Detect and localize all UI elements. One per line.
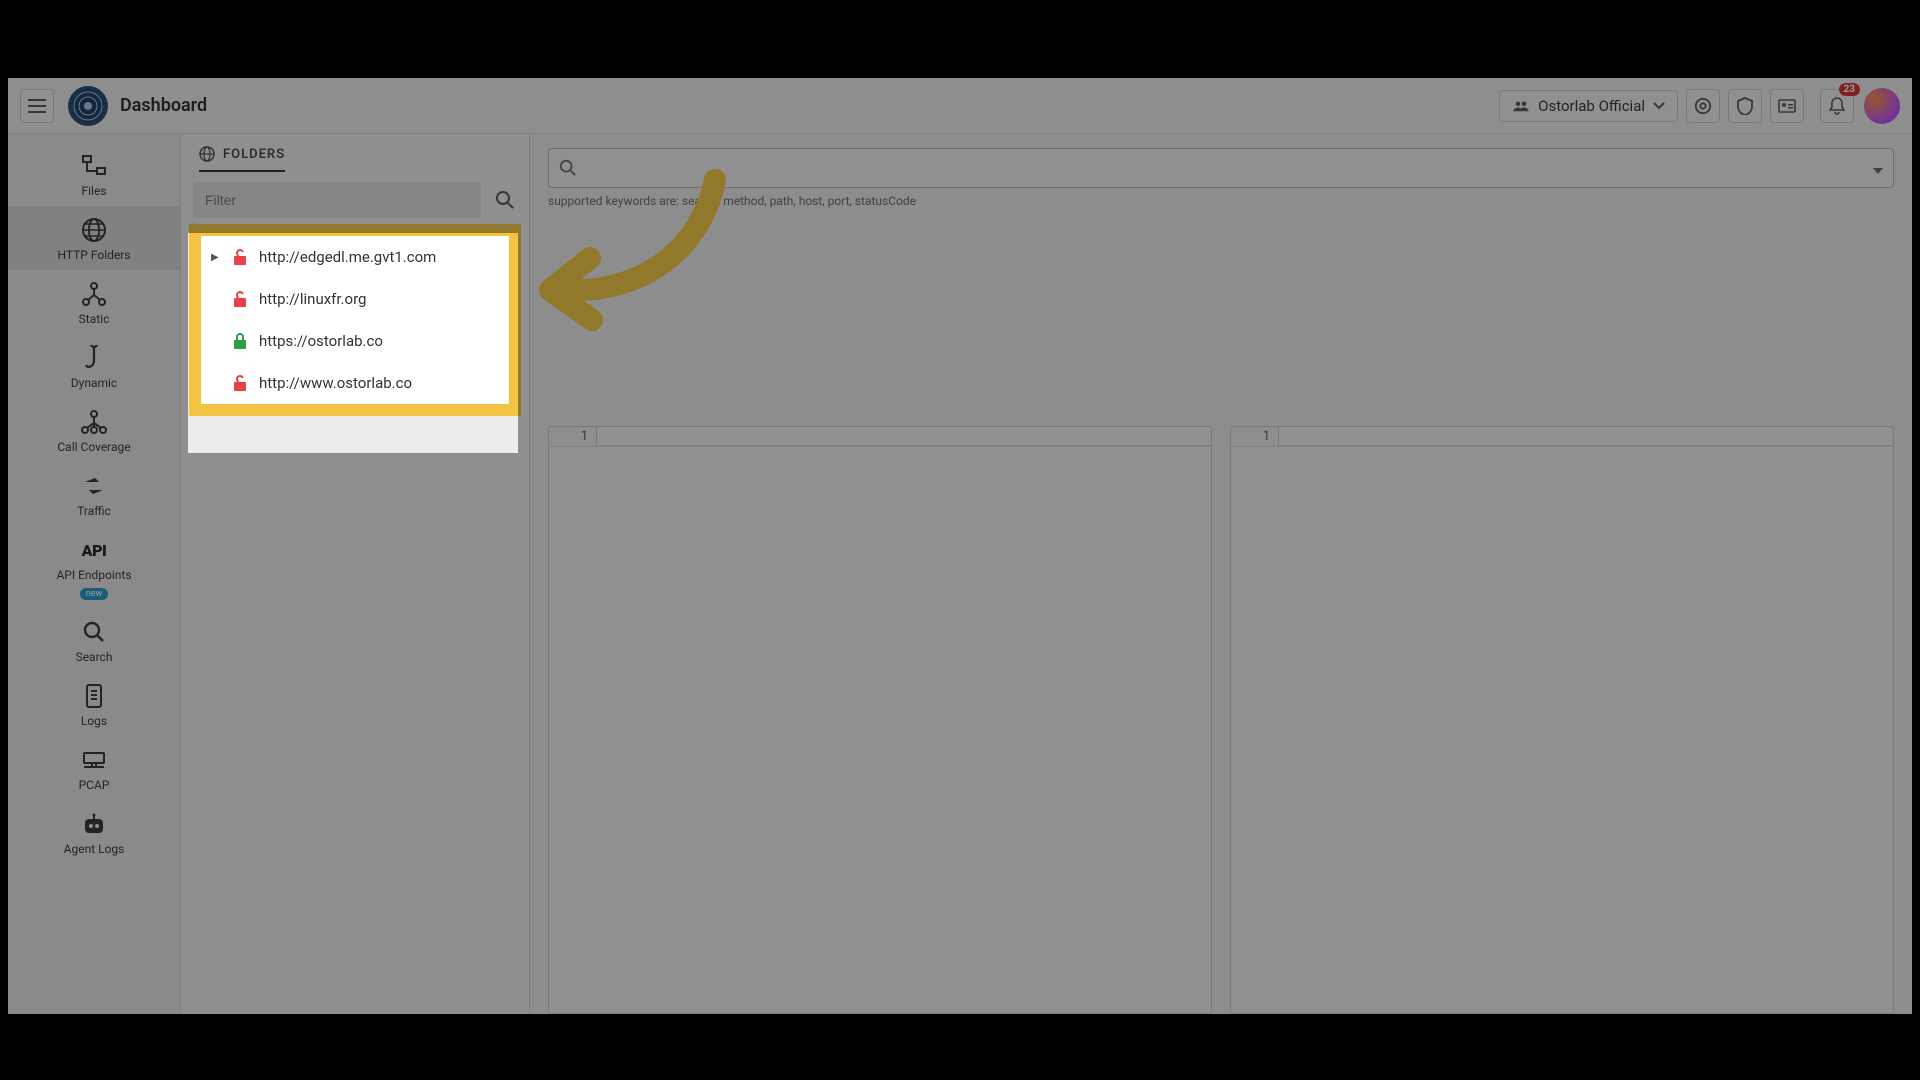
globe-icon bbox=[80, 216, 108, 244]
folders-tab[interactable]: FOLDERS bbox=[199, 146, 285, 172]
new-badge: new bbox=[80, 588, 109, 600]
nav-item-logs[interactable]: Logs bbox=[8, 672, 180, 736]
bell-icon bbox=[1829, 97, 1845, 115]
nav-item-pcap[interactable]: PCAP bbox=[8, 736, 180, 800]
hook-icon bbox=[80, 344, 108, 372]
app-header: Dashboard Ostorlab Official 23 bbox=[8, 78, 1912, 134]
nav-item-traffic[interactable]: Traffic bbox=[8, 462, 180, 526]
hamburger-menu-button[interactable] bbox=[20, 89, 54, 123]
main-search-input[interactable] bbox=[548, 148, 1894, 188]
coverage-tree-icon bbox=[80, 408, 108, 436]
nav-item-files[interactable]: Files bbox=[8, 142, 180, 206]
card-button[interactable] bbox=[1770, 89, 1804, 123]
hamburger-icon bbox=[28, 99, 46, 113]
scan-button[interactable] bbox=[1686, 89, 1720, 123]
organization-dropdown[interactable]: Ostorlab Official bbox=[1499, 90, 1678, 122]
lock-closed-icon bbox=[231, 332, 249, 350]
code-pane-right: 1 bbox=[1230, 426, 1894, 1014]
folder-item[interactable]: ▶ http://edgedl.me.gvt1.com bbox=[201, 236, 509, 278]
lock-open-icon bbox=[231, 374, 249, 392]
app-logo bbox=[68, 86, 108, 126]
nav-item-http-folders[interactable]: HTTP Folders bbox=[8, 206, 180, 270]
code-pane-body[interactable] bbox=[549, 446, 1211, 1013]
target-icon bbox=[1694, 97, 1712, 115]
globe-small-icon bbox=[199, 146, 215, 162]
folder-item[interactable]: ▶ https://ostorlab.co bbox=[201, 320, 509, 362]
shield-icon bbox=[1737, 97, 1753, 115]
code-pane-left: 1 bbox=[548, 426, 1212, 1014]
page-title: Dashboard bbox=[120, 95, 207, 116]
folder-list-highlighted: ▶ http://edgedl.me.gvt1.com ▶ http://lin… bbox=[189, 224, 521, 416]
code-pane-body[interactable] bbox=[1231, 446, 1893, 1013]
api-text-icon: API bbox=[80, 536, 108, 564]
nav-item-static[interactable]: Static bbox=[8, 270, 180, 334]
code-line[interactable] bbox=[597, 427, 1211, 446]
user-avatar[interactable] bbox=[1864, 88, 1900, 124]
folder-filter-input[interactable] bbox=[193, 182, 481, 218]
folder-filter-search-button[interactable] bbox=[489, 184, 521, 216]
arrows-swap-icon bbox=[80, 472, 108, 500]
nav-item-call-coverage[interactable]: Call Coverage bbox=[8, 398, 180, 462]
folder-item[interactable]: ▶ http://linuxfr.org bbox=[201, 278, 509, 320]
search-hint-text: supported keywords are: search, method, … bbox=[548, 194, 1894, 208]
id-card-icon bbox=[1778, 99, 1796, 113]
folder-url: http://www.ostorlab.co bbox=[259, 374, 412, 392]
line-number: 1 bbox=[1231, 427, 1279, 446]
dropdown-caret-icon[interactable] bbox=[1873, 159, 1883, 178]
robot-icon bbox=[80, 810, 108, 838]
shield-button[interactable] bbox=[1728, 89, 1762, 123]
lock-open-icon bbox=[231, 290, 249, 308]
code-line[interactable] bbox=[1279, 427, 1893, 446]
notification-count-badge: 23 bbox=[1839, 83, 1860, 96]
expand-caret-icon[interactable]: ▶ bbox=[211, 252, 221, 263]
group-icon bbox=[1512, 99, 1530, 113]
folder-item[interactable]: ▶ http://www.ostorlab.co bbox=[201, 362, 509, 404]
folder-url: http://edgedl.me.gvt1.com bbox=[259, 248, 436, 266]
search-icon bbox=[495, 190, 515, 210]
organization-name: Ostorlab Official bbox=[1538, 97, 1645, 115]
main-content: supported keywords are: search, method, … bbox=[530, 134, 1912, 1014]
magnifier-icon bbox=[80, 618, 108, 646]
pcap-icon bbox=[80, 746, 108, 774]
folder-url: https://ostorlab.co bbox=[259, 332, 383, 350]
nav-item-search[interactable]: Search bbox=[8, 608, 180, 672]
static-tree-icon bbox=[80, 280, 108, 308]
line-number: 1 bbox=[549, 427, 597, 446]
nav-item-api-endpoints[interactable]: API API Endpoints new bbox=[8, 526, 180, 608]
logs-icon bbox=[80, 682, 108, 710]
search-icon bbox=[559, 159, 577, 177]
lock-open-icon bbox=[231, 248, 249, 266]
nav-item-agent-logs[interactable]: Agent Logs bbox=[8, 800, 180, 864]
chevron-down-icon bbox=[1653, 102, 1665, 110]
left-sidebar: Files HTTP Folders Static Dynamic Call C… bbox=[8, 134, 180, 1014]
folders-panel: FOLDERS ▶ http://edgedl.me.gvt1.com ▶ bbox=[180, 134, 530, 1014]
annotation-arrow-icon bbox=[520, 162, 740, 342]
folder-url: http://linuxfr.org bbox=[259, 290, 366, 308]
files-tree-icon bbox=[80, 152, 108, 180]
nav-item-dynamic[interactable]: Dynamic bbox=[8, 334, 180, 398]
